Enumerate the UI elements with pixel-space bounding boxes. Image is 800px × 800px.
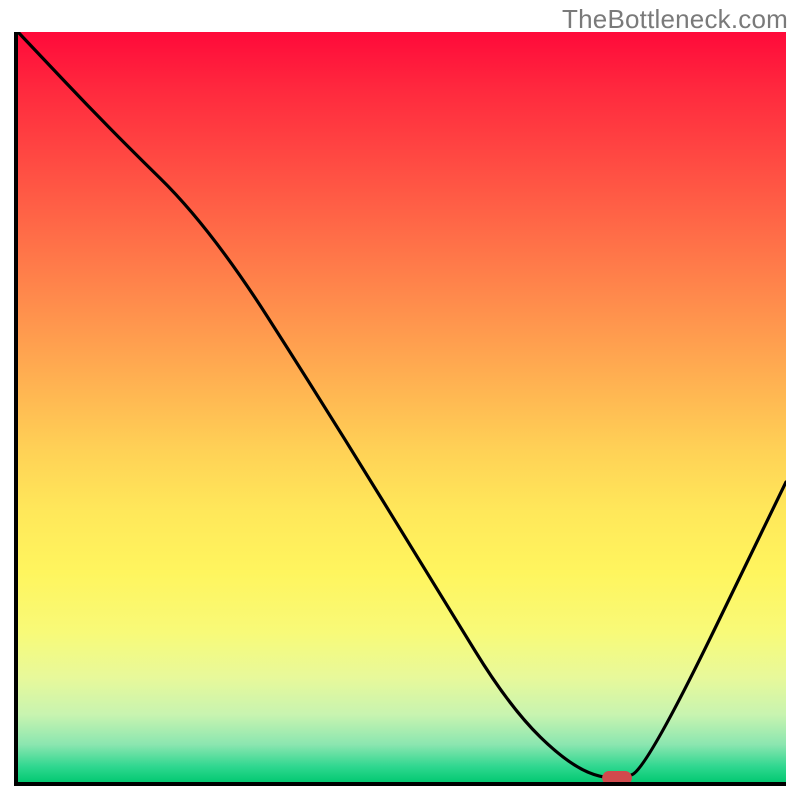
plot-area [14,32,786,786]
curve-svg [18,32,786,782]
optimal-marker [602,771,632,782]
chart-frame: TheBottleneck.com [0,0,800,800]
watermark-text: TheBottleneck.com [562,4,788,35]
bottleneck-curve-path [18,32,786,778]
